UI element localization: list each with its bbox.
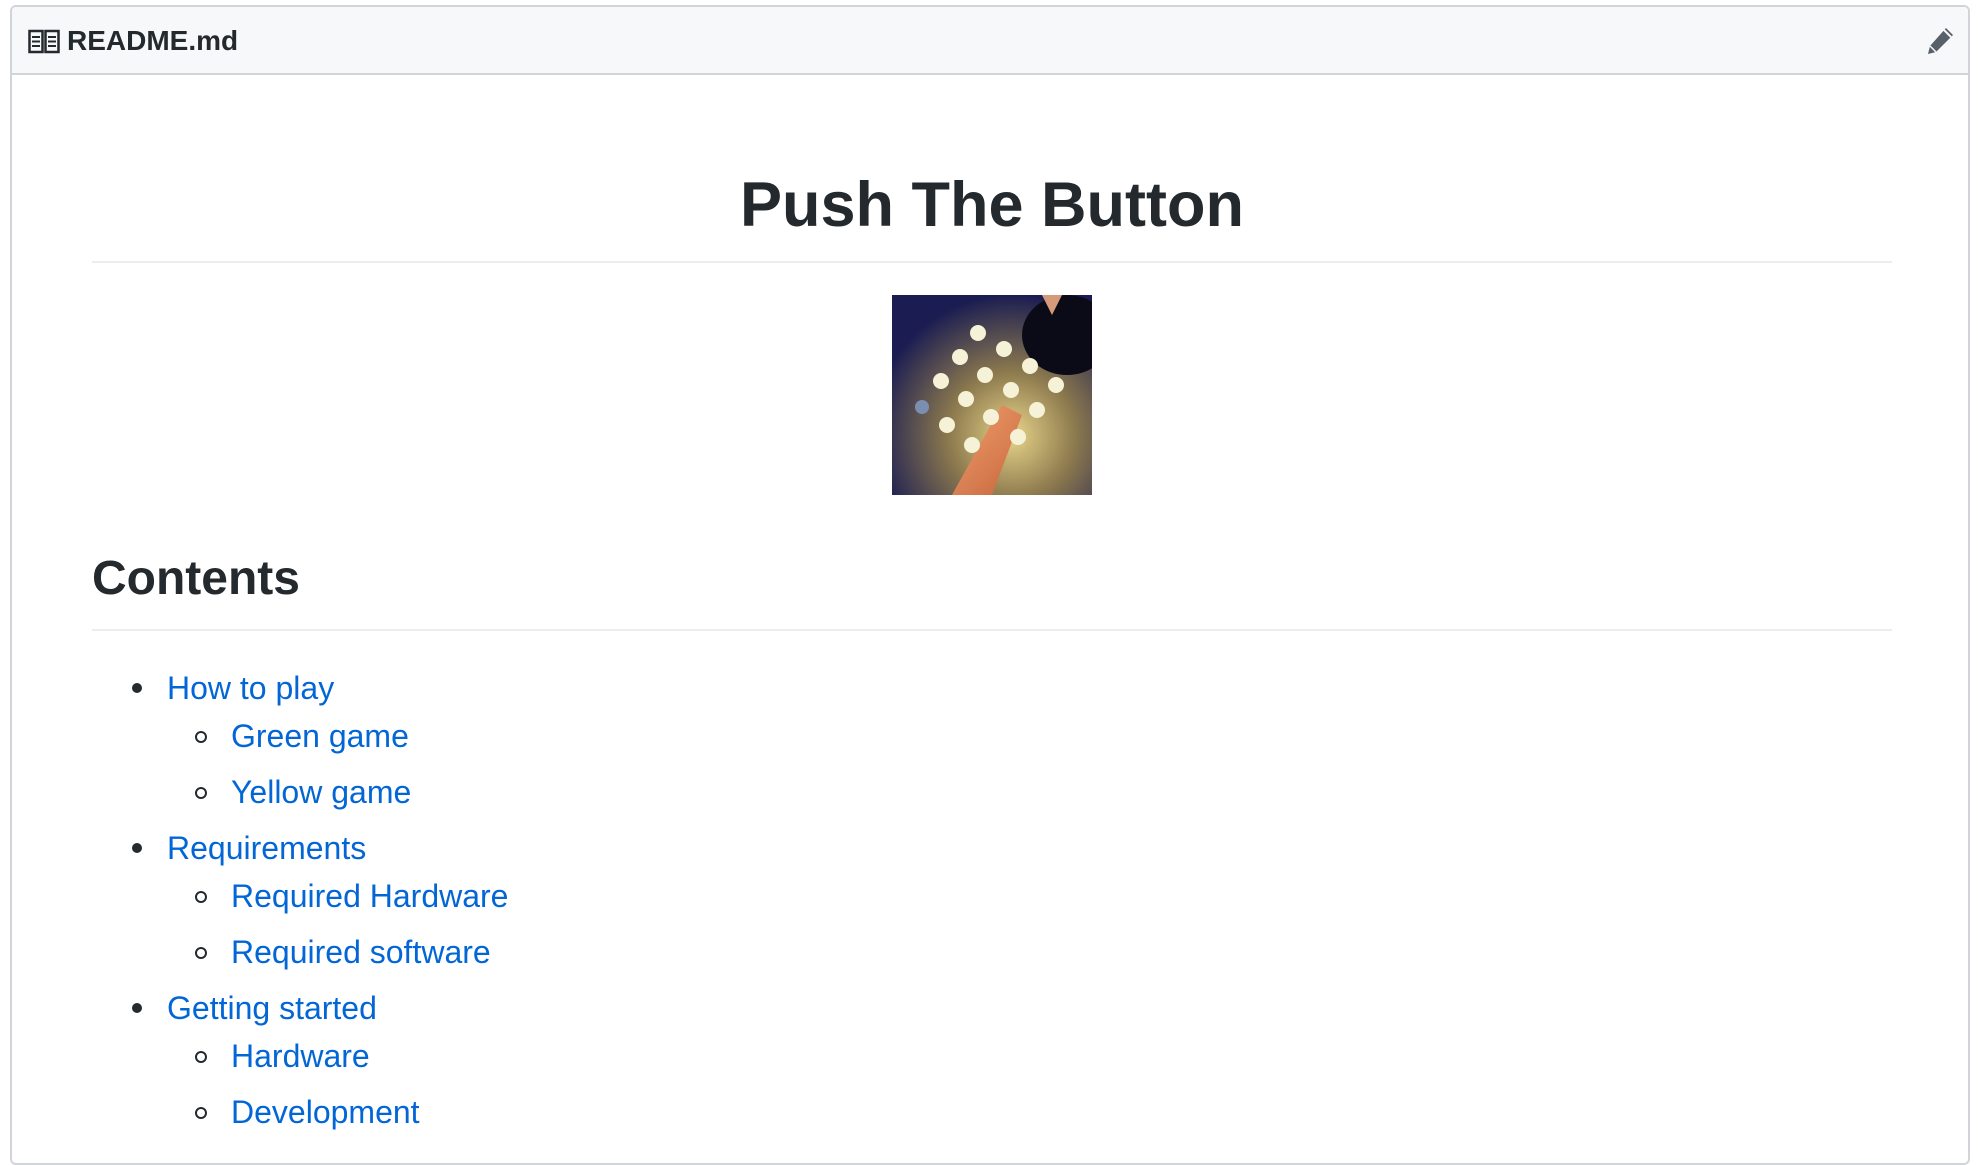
page-title: Push The Button [740,170,1244,240]
toc-link-hardware[interactable]: Hardware [231,1034,370,1078]
toc-link-required-hardware[interactable]: Required Hardware [231,874,508,918]
pencil-icon[interactable] [1924,25,1956,57]
toc-link-required-software[interactable]: Required software [231,930,491,974]
list-bullet [195,1051,207,1063]
toc-link-green-game[interactable]: Green game [231,714,409,758]
list-bullet [195,731,207,743]
list-bullet [132,1003,142,1013]
file-header: README.md [12,7,1968,75]
file-name: README.md [67,25,239,56]
toc-link-requirements[interactable]: Requirements [167,826,366,870]
list-bullet [195,891,207,903]
list-bullet [195,1107,207,1119]
list-bullet [132,683,142,693]
toc-link-how-to-play[interactable]: How to play [167,666,334,710]
contents-heading: Contents [92,552,300,605]
list-bullet [132,843,142,853]
list-bullet [195,787,207,799]
title-divider [92,261,1892,263]
book-icon [28,29,60,54]
toc-link-yellow-game[interactable]: Yellow game [231,770,411,814]
game-photo[interactable] [892,295,1092,495]
toc-link-development[interactable]: Development [231,1090,420,1134]
contents-divider [92,629,1892,631]
list-bullet [195,947,207,959]
toc-link-getting-started[interactable]: Getting started [167,986,377,1030]
readme-file-box: README.md Push The Button Contents How t… [10,5,1970,1165]
